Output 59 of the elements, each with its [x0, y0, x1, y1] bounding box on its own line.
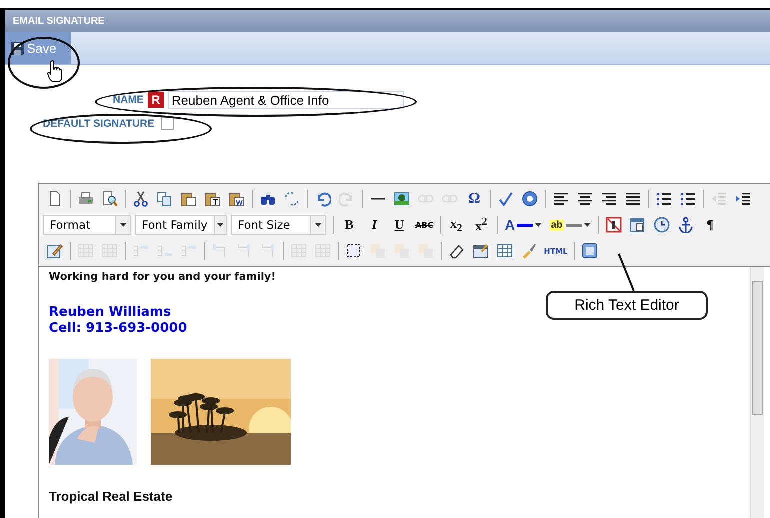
table-icon[interactable]: [497, 243, 513, 259]
leader-line: [617, 252, 637, 292]
brush-icon[interactable]: [521, 243, 537, 259]
format-dropdown[interactable]: Format: [43, 215, 131, 235]
dashed-frame-icon[interactable]: [346, 243, 362, 259]
caret-icon: [216, 223, 224, 227]
image-icon[interactable]: [394, 191, 410, 207]
copy-icon[interactable]: [157, 191, 173, 207]
tagline-text: Working hard for you and your family!: [49, 271, 278, 283]
font-size-dropdown[interactable]: Font Size: [231, 215, 326, 235]
scissors-icon[interactable]: [133, 191, 149, 207]
underline-button[interactable]: U: [387, 217, 412, 233]
hand-cursor-icon: [47, 60, 63, 82]
clock-icon[interactable]: [654, 217, 670, 233]
paste-text-icon[interactable]: [205, 191, 221, 207]
contact-text: Cell: 913-693-0000: [49, 321, 188, 337]
font-color-button[interactable]: A: [501, 218, 546, 232]
align-right-icon[interactable]: [601, 191, 617, 207]
strikethrough-button[interactable]: ABC: [412, 220, 437, 230]
print-preview-icon[interactable]: [102, 191, 118, 207]
printer-icon[interactable]: [78, 191, 94, 207]
name-input[interactable]: Reuben Agent & Office Info: [168, 91, 404, 109]
font-family-dropdown[interactable]: Font Family: [135, 215, 227, 235]
bullet-list-icon[interactable]: [656, 191, 672, 207]
spellcheck-icon[interactable]: [498, 191, 514, 207]
caret-icon: [584, 223, 591, 227]
panel-title: EMAIL SIGNATURE: [13, 16, 105, 26]
align-left-icon[interactable]: [553, 191, 569, 207]
paste-word-icon[interactable]: [229, 191, 245, 207]
superscript-button[interactable]: x$^{2}$: [469, 216, 494, 234]
caret-icon: [314, 223, 322, 227]
undo-icon[interactable]: [315, 191, 331, 207]
caret-icon: [120, 223, 126, 227]
align-justify-icon[interactable]: [625, 191, 641, 207]
required-badge: R: [148, 92, 164, 108]
italic-button[interactable]: I: [362, 217, 387, 233]
eraser-icon[interactable]: [449, 243, 465, 259]
highlight-button[interactable]: ab: [546, 220, 595, 230]
caret-icon: [535, 223, 542, 227]
company-heading: Tropical Real Estate: [49, 489, 174, 504]
name-label: NAME: [113, 94, 144, 106]
numbered-list-icon[interactable]: [680, 191, 696, 207]
crossed-box-icon[interactable]: [606, 217, 622, 233]
callout-label: Rich Text Editor: [546, 291, 708, 320]
subscript-button[interactable]: x$_{2}$: [444, 216, 469, 234]
default-signature-checkbox[interactable]: [160, 117, 174, 130]
paste-icon[interactable]: [181, 191, 197, 207]
bold-button[interactable]: B: [337, 217, 362, 233]
properties-icon[interactable]: [473, 243, 489, 259]
align-center-icon[interactable]: [577, 191, 593, 207]
edit-document-icon[interactable]: [47, 243, 63, 259]
default-signature-label: DEFAULT SIGNATURE: [43, 118, 155, 130]
indent-icon[interactable]: [735, 191, 751, 207]
special-character-button[interactable]: Ω: [462, 190, 487, 208]
pilcrow-button[interactable]: ¶: [698, 217, 723, 233]
anchor-icon[interactable]: [678, 217, 694, 233]
panel-icon[interactable]: [582, 243, 598, 259]
scrollbar-thumb[interactable]: [752, 281, 763, 415]
scrollbar[interactable]: [750, 267, 764, 518]
